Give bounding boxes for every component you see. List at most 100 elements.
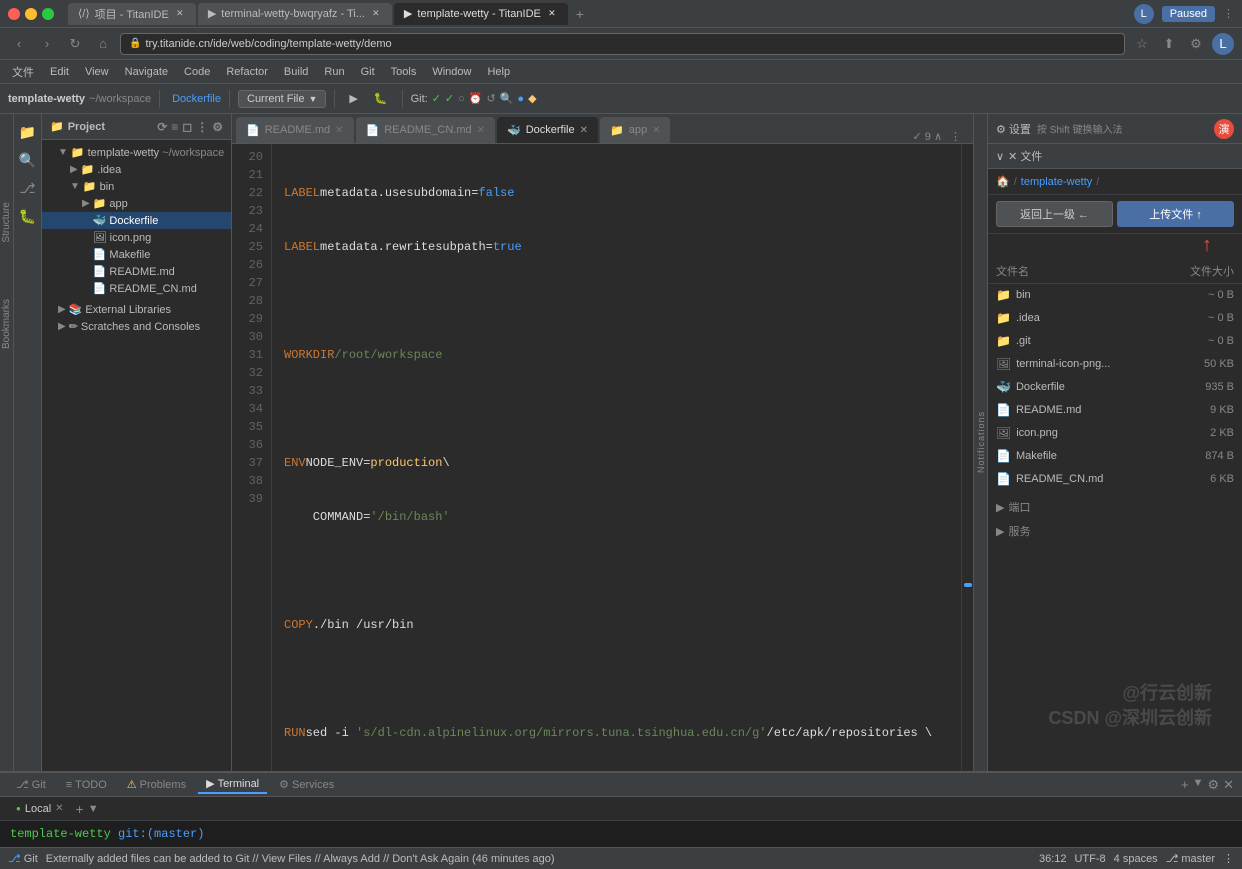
file-row-bin[interactable]: 📁 bin ~ 0 B bbox=[988, 284, 1242, 307]
forward-button[interactable]: › bbox=[36, 33, 58, 55]
sidebar-icon-debug[interactable]: 🐛 bbox=[16, 204, 40, 228]
position-indicator[interactable]: 36:12 bbox=[1039, 853, 1067, 865]
more-icon[interactable]: ⋮ bbox=[196, 120, 208, 134]
tree-dockerfile[interactable]: ▶ 🐳 Dockerfile bbox=[42, 212, 231, 229]
more-status-btn[interactable]: ⋮ bbox=[1223, 852, 1234, 865]
tab-todo[interactable]: ≡ TODO bbox=[58, 777, 115, 793]
sidebar-icon-search[interactable]: 🔍 bbox=[16, 148, 40, 172]
sort-icon[interactable]: ≡ bbox=[171, 120, 178, 134]
tab-terminal[interactable]: ▶ Terminal bbox=[198, 775, 267, 794]
add-terminal-btn[interactable]: + bbox=[76, 801, 84, 817]
home-button[interactable]: ⌂ bbox=[92, 33, 114, 55]
bookmark-icon[interactable]: ☆ bbox=[1131, 33, 1153, 55]
tab-close-icon[interactable]: ✕ bbox=[580, 125, 588, 136]
more-options-icon[interactable]: ⋮ bbox=[1223, 7, 1234, 20]
menu-refactor[interactable]: Refactor bbox=[218, 64, 276, 80]
notifications-panel[interactable]: Notifications bbox=[973, 114, 987, 771]
tab-close-icon[interactable]: ✕ bbox=[477, 125, 485, 136]
collapse-icon[interactable]: ◻ bbox=[182, 120, 192, 134]
git-refresh[interactable]: ↺ bbox=[486, 92, 495, 105]
tree-readme-cn[interactable]: ▶ 📄 README_CN.md bbox=[42, 280, 231, 297]
terminal-tab-local[interactable]: ● Local ✕ bbox=[8, 801, 72, 817]
tree-bin[interactable]: ▼ 📁 bin bbox=[42, 178, 231, 195]
file-row-terminal-icon[interactable]: 🖼 terminal-icon-png... 50 KB bbox=[988, 353, 1242, 376]
encoding-indicator[interactable]: UTF-8 bbox=[1074, 853, 1105, 865]
bookmarks-tab[interactable]: Bookmarks bbox=[0, 291, 14, 357]
refresh-button[interactable]: ↻ bbox=[64, 33, 86, 55]
tab-close-icon[interactable]: ✕ bbox=[335, 125, 343, 136]
terminal-tab-close[interactable]: ✕ bbox=[55, 803, 63, 814]
tab-readme[interactable]: 📄 README.md ✕ bbox=[236, 117, 354, 143]
file-row-makefile[interactable]: 📄 Makefile 874 B bbox=[988, 445, 1242, 468]
url-bar[interactable]: 🔒 try.titanide.cn/ide/web/coding/templat… bbox=[120, 33, 1125, 55]
add-terminal-button[interactable]: + bbox=[1181, 777, 1189, 793]
port-section[interactable]: ▶ 端口 bbox=[988, 495, 1242, 519]
file-row-dockerfile[interactable]: 🐳 Dockerfile 935 B bbox=[988, 376, 1242, 399]
file-section-header[interactable]: ∨ ✕ 文件 bbox=[988, 144, 1242, 169]
menu-help[interactable]: Help bbox=[479, 64, 518, 80]
indent-indicator[interactable]: 4 spaces bbox=[1114, 853, 1158, 865]
breadcrumb-project[interactable]: template-wetty bbox=[1021, 176, 1093, 188]
tree-idea[interactable]: ▶ 📁 .idea bbox=[42, 161, 231, 178]
menu-file[interactable]: 文件 bbox=[4, 62, 42, 82]
service-section[interactable]: ▶ 服务 bbox=[988, 519, 1242, 543]
terminal-dropdown-icon[interactable]: ▼ bbox=[1193, 777, 1204, 793]
share-icon[interactable]: ⬆ bbox=[1158, 33, 1180, 55]
sync-icon[interactable]: ⟳ bbox=[157, 120, 167, 134]
gear-button[interactable]: ⚙ bbox=[1207, 777, 1219, 793]
tree-root[interactable]: ▼ 📁 template-wetty ~/workspace bbox=[42, 144, 231, 161]
tab-app[interactable]: 📁 app ✕ bbox=[600, 117, 670, 143]
menu-code[interactable]: Code bbox=[176, 64, 218, 80]
sidebar-icon-git[interactable]: ⎇ bbox=[16, 176, 40, 200]
tab-template-wetty[interactable]: ▶ template-wetty - TitanIDE ✕ bbox=[394, 3, 568, 25]
terminal-content[interactable]: template-wetty git:(master) bbox=[0, 821, 1242, 847]
sidebar-icon-project[interactable]: 📁 bbox=[16, 120, 40, 144]
file-row-readme[interactable]: 📄 README.md 9 KB bbox=[988, 399, 1242, 422]
tab-terminal-wetty[interactable]: ▶ terminal-wetty-bwqryafz - Ti... ✕ bbox=[198, 3, 392, 25]
settings-icon[interactable]: ⚙ bbox=[1185, 33, 1207, 55]
traffic-light-green[interactable] bbox=[42, 8, 54, 20]
file-row-readme-cn[interactable]: 📄 README_CN.md 6 KB bbox=[988, 468, 1242, 491]
tree-readme[interactable]: ▶ 📄 README.md bbox=[42, 263, 231, 280]
tab-problems[interactable]: ⚠ Problems bbox=[119, 776, 194, 793]
code-area[interactable]: LABEL metadata.usesubdomain=false LABEL … bbox=[272, 144, 961, 771]
menu-git[interactable]: Git bbox=[353, 64, 383, 80]
menu-build[interactable]: Build bbox=[276, 64, 316, 80]
tree-makefile[interactable]: ▶ 📄 Makefile bbox=[42, 246, 231, 263]
tab-dockerfile[interactable]: 🐳 Dockerfile ✕ bbox=[497, 117, 598, 143]
new-tab-button[interactable]: + bbox=[570, 4, 590, 24]
settings-link[interactable]: ⚙ 设置 bbox=[996, 121, 1031, 137]
menu-run[interactable]: Run bbox=[316, 64, 352, 80]
git-search[interactable]: 🔍 bbox=[500, 92, 514, 105]
tab-close-icon[interactable]: ✕ bbox=[652, 125, 660, 136]
close-terminal-button[interactable]: ✕ bbox=[1223, 777, 1234, 793]
structure-tab[interactable]: Structure bbox=[0, 194, 14, 251]
menu-view[interactable]: View bbox=[77, 64, 117, 80]
menu-edit[interactable]: Edit bbox=[42, 64, 77, 80]
tab-titanide-project[interactable]: ⟨/⟩ 项目 - TitanIDE ✕ bbox=[68, 3, 196, 25]
menu-tools[interactable]: Tools bbox=[383, 64, 425, 80]
settings-icon[interactable]: ⚙ bbox=[212, 120, 223, 134]
traffic-light-red[interactable] bbox=[8, 8, 20, 20]
menu-navigate[interactable]: Navigate bbox=[117, 64, 176, 80]
branch-indicator[interactable]: ⎇ master bbox=[1166, 852, 1215, 865]
run-button[interactable]: ▶ bbox=[343, 90, 363, 107]
back-button[interactable]: ‹ bbox=[8, 33, 30, 55]
tree-ext-libraries[interactable]: ▶ 📚 External Libraries bbox=[42, 301, 231, 318]
current-file-button[interactable]: Current File ▼ bbox=[238, 90, 326, 108]
debug-button[interactable]: 🐛 bbox=[368, 90, 394, 107]
traffic-light-yellow[interactable] bbox=[25, 8, 37, 20]
tab-close[interactable]: ✕ bbox=[546, 8, 558, 20]
tree-app[interactable]: ▶ 📁 app bbox=[42, 195, 231, 212]
file-row-iconpng[interactable]: 🖼 icon.png 2 KB bbox=[988, 422, 1242, 445]
terminal-dropdown-btn[interactable]: ▼ bbox=[88, 803, 99, 815]
tree-icon-png[interactable]: ▶ 🖼 icon.png bbox=[42, 229, 231, 246]
tab-services[interactable]: ⚙ Services bbox=[271, 776, 342, 793]
more-tabs-icon[interactable]: ⋮ bbox=[950, 130, 961, 143]
back-button[interactable]: 返回上一级 ← bbox=[996, 201, 1113, 227]
file-row-git[interactable]: 📁 .git ~ 0 B bbox=[988, 330, 1242, 353]
git-branch-status[interactable]: ⎇ Git bbox=[8, 852, 38, 865]
tab-close[interactable]: ✕ bbox=[370, 8, 382, 20]
user-icon[interactable]: L bbox=[1212, 33, 1234, 55]
menu-window[interactable]: Window bbox=[424, 64, 479, 80]
